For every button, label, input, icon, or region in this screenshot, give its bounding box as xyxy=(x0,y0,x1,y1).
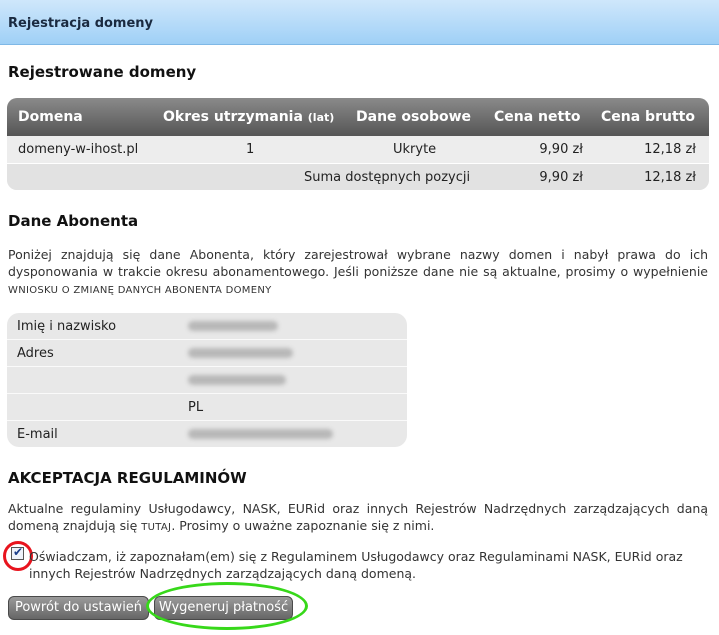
cell-period: 1 xyxy=(246,142,255,157)
table-row: domeny-w-ihost.pl 1 Ukryte 9,90 zł 12,18… xyxy=(7,136,709,164)
back-button[interactable]: Powrót do ustawień xyxy=(8,596,149,620)
cell-domain: domeny-w-ihost.pl xyxy=(18,142,139,157)
subscriber-description: Poniżej znajdują się dane Abonenta, któr… xyxy=(8,246,708,299)
name-value-redacted xyxy=(188,321,278,331)
email-value-redacted xyxy=(188,429,333,439)
name-label: Imię i nazwisko xyxy=(17,319,117,334)
domains-table-header: Domena Okres utrzymania (lat) Dane osobo… xyxy=(7,98,709,136)
row-email: E-mail xyxy=(7,421,407,447)
domains-section-title: Rejestrowane domeny xyxy=(8,63,197,81)
cell-net: 9,90 zł xyxy=(539,142,583,157)
page-title: Rejestracja domeny xyxy=(8,16,154,31)
col-domain: Domena xyxy=(18,109,83,125)
row-address-2 xyxy=(7,367,407,394)
terms-section-title: AKCEPTACJA REGULAMINÓW xyxy=(8,469,247,487)
summary-label: Suma dostępnych pozycji xyxy=(304,170,471,185)
subscriber-description-text: Poniżej znajdują się dane Abonenta, któr… xyxy=(8,247,708,279)
summary-net: 9,90 zł xyxy=(539,170,583,185)
cell-gross: 12,18 zł xyxy=(644,142,696,157)
change-data-link[interactable]: WNIOSKU O ZMIANĘ DANYCH ABONENTA DOMENY xyxy=(8,285,272,296)
terms-text-after: . Prosimy o uważne zapoznanie się z nimi… xyxy=(171,518,435,533)
address-label: Adres xyxy=(17,346,54,361)
summary-row: Suma dostępnych pozycji 9,90 zł 12,18 zł xyxy=(7,164,709,190)
col-personal: Dane osobowe xyxy=(356,109,472,125)
consent-label[interactable]: Oświadczam, iż zapoznałam(em) się z Regu… xyxy=(29,548,704,582)
address-line2-redacted xyxy=(188,375,286,385)
button-highlight-ellipse xyxy=(146,582,308,630)
col-period-unit: (lat) xyxy=(307,111,335,124)
subscriber-section-title: Dane Abonenta xyxy=(8,212,139,230)
page-header: Rejestracja domeny xyxy=(0,0,719,45)
col-period-label: Okres utrzymania xyxy=(163,109,303,125)
row-country: PL xyxy=(7,394,407,421)
country-value: PL xyxy=(188,400,204,415)
row-name: Imię i nazwisko xyxy=(7,313,407,340)
subscriber-table: Imię i nazwisko Adres PL E-mail xyxy=(7,313,407,447)
row-address: Adres xyxy=(7,340,407,367)
address-line1-redacted xyxy=(188,348,293,358)
email-label: E-mail xyxy=(17,427,58,442)
domains-table: Domena Okres utrzymania (lat) Dane osobo… xyxy=(7,98,709,190)
col-net: Cena netto xyxy=(494,109,581,125)
col-period: Okres utrzymania (lat) xyxy=(163,109,334,125)
summary-gross: 12,18 zł xyxy=(644,170,696,185)
terms-description: Aktualne regulaminy Usługodawcy, NASK, E… xyxy=(8,500,708,536)
terms-link[interactable]: TUTAJ xyxy=(141,522,171,533)
col-gross: Cena brutto xyxy=(601,109,695,125)
cell-personal: Ukryte xyxy=(393,142,437,157)
